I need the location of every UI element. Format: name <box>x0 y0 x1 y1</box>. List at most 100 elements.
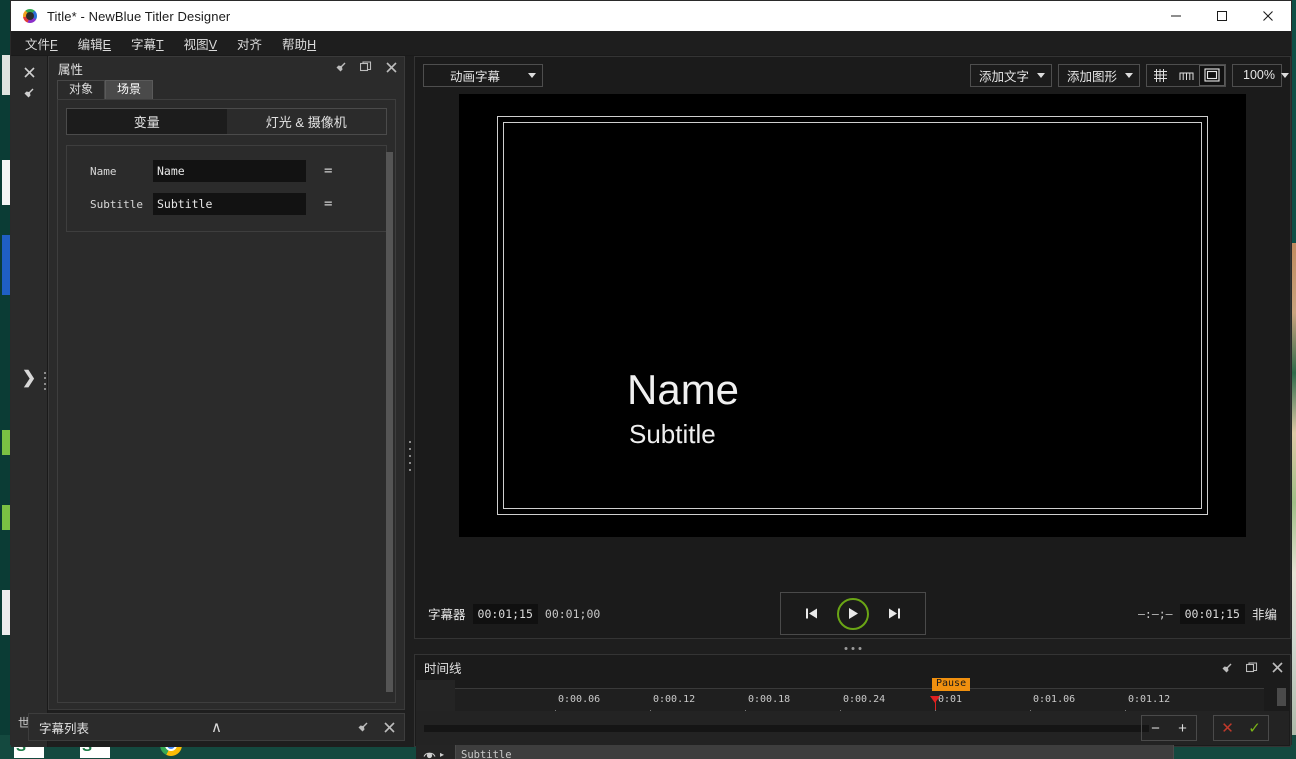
pin-icon[interactable] <box>356 720 370 734</box>
properties-header: 属性 <box>49 57 404 80</box>
grid-icon[interactable] <box>1147 65 1173 86</box>
skip-next-icon[interactable] <box>887 606 902 621</box>
variable-equals-icon[interactable]: = <box>324 163 332 179</box>
chevron-down-icon <box>1037 73 1045 78</box>
confirm-button[interactable]: ✓ <box>1241 716 1268 740</box>
expand-track-icon[interactable]: ▸ <box>440 750 444 759</box>
safe-area-icon[interactable] <box>1199 65 1225 86</box>
cancel-button[interactable]: ✕ <box>1214 716 1241 740</box>
timeline-panel: 时间线 <box>414 654 1291 747</box>
segment-variables[interactable]: 变量 <box>67 109 227 134</box>
preview-canvas[interactable]: Name Subtitle <box>459 94 1246 537</box>
right-time-field[interactable]: 00:01;15 <box>1180 604 1245 624</box>
pin-icon[interactable] <box>334 60 348 74</box>
subtitle-list-bar: 字幕列表 ∧ <box>28 713 405 741</box>
chevron-down-icon <box>1281 73 1289 78</box>
subtitle-list-collapse-icon[interactable]: ∧ <box>211 718 222 736</box>
maximize-button[interactable] <box>1199 1 1245 31</box>
menu-edit[interactable]: 编辑E <box>78 34 111 53</box>
variable-label: Subtitle <box>67 198 153 211</box>
zoom-in-button[interactable]: + <box>1169 716 1196 740</box>
workspace: ❯ 世 属性 <box>11 56 1291 747</box>
vertical-splitter[interactable] <box>407 441 413 471</box>
timeline-horizontal-scrollbar[interactable] <box>424 725 1149 732</box>
rail-close-icon[interactable] <box>20 63 38 81</box>
duration-field: 00:01;00 <box>545 607 600 621</box>
timeline-footer: − + ✕ ✓ <box>416 711 1289 745</box>
float-icon[interactable] <box>359 60 373 74</box>
title-bar: Title* - NewBlue Titler Designer <box>11 1 1291 31</box>
preview-title-text[interactable]: Name <box>627 369 739 411</box>
zoom-level-dropdown[interactable]: 100% <box>1232 64 1282 87</box>
titler-label: 字幕器 <box>428 604 466 623</box>
preview-horizontal-splitter[interactable] <box>844 647 861 650</box>
timeline-title: 时间线 <box>424 658 462 677</box>
timeline-confirm-group: ✕ ✓ <box>1213 715 1269 741</box>
ruler-label: 0:00.12 <box>653 694 695 705</box>
preview-toolbar-right: 添加文字 添加图形 <box>970 64 1282 87</box>
skip-previous-icon[interactable] <box>804 606 819 621</box>
close-button[interactable] <box>1245 1 1291 31</box>
animation-title-dropdown[interactable]: 动画字幕 <box>423 64 543 87</box>
minimize-button[interactable] <box>1153 1 1199 31</box>
rail-pin-icon[interactable] <box>20 84 38 102</box>
eye-icon[interactable] <box>423 750 436 759</box>
variable-value-input[interactable] <box>153 193 306 215</box>
preview-stage-wrapper: Name Subtitle <box>415 93 1290 589</box>
variable-row: Name = <box>67 158 386 184</box>
close-icon[interactable] <box>1270 661 1284 675</box>
variables-list: Name = Subtitle = <box>66 145 387 232</box>
timeline-clip[interactable]: Subtitle <box>455 744 1174 759</box>
rail-expand-icon[interactable]: ❯ <box>19 368 39 388</box>
chevron-down-icon <box>528 73 536 78</box>
ruler-label: 0:01.12 <box>1128 694 1170 705</box>
add-text-button[interactable]: 添加文字 <box>970 64 1052 87</box>
right-time-placeholder: —:—;— <box>1138 607 1173 621</box>
timeline-zoom-group: − + <box>1141 715 1197 741</box>
zoom-out-button[interactable]: − <box>1142 716 1169 740</box>
variable-row: Subtitle = <box>67 191 386 217</box>
tab-object[interactable]: 对象 <box>57 80 105 99</box>
zoom-level-label: 100% <box>1243 68 1275 82</box>
close-icon[interactable] <box>384 60 398 74</box>
ruler-label: 0:00.06 <box>558 694 600 705</box>
tab-scene[interactable]: 场景 <box>105 80 153 99</box>
menu-title[interactable]: 字幕T <box>131 34 164 53</box>
menu-view[interactable]: 视图V <box>184 34 217 53</box>
menu-bar: 文件F 编辑E 字幕T 视图V 对齐 帮助H <box>11 31 1291 56</box>
properties-content: 变量 灯光 & 摄像机 Name = Subtitle = <box>57 99 396 703</box>
float-icon[interactable] <box>1245 661 1259 675</box>
add-shape-button[interactable]: 添加图形 <box>1058 64 1140 87</box>
desktop: Title* - NewBlue Titler Designer 文件F 编辑E… <box>0 0 1296 759</box>
playhead[interactable] <box>935 696 936 710</box>
variable-value-input[interactable] <box>153 160 306 182</box>
overlay-toggle-group <box>1146 64 1226 87</box>
variable-equals-icon[interactable]: = <box>324 196 332 212</box>
timeline-body: Pause 0:00.060:00.120:00.180:00.240:010:… <box>415 680 1290 746</box>
preview-panel: 动画字幕 添加文字 添加图形 <box>414 56 1291 639</box>
properties-tabs: 对象 场景 <box>49 80 404 99</box>
pin-icon[interactable] <box>1220 661 1234 675</box>
subtitle-list-title: 字幕列表 <box>39 718 89 737</box>
menu-help[interactable]: 帮助H <box>282 34 316 53</box>
pause-marker-label[interactable]: Pause <box>932 678 970 691</box>
add-shape-label: 添加图形 <box>1067 66 1117 85</box>
menu-align[interactable]: 对齐 <box>237 34 262 53</box>
properties-header-icons <box>334 60 398 74</box>
segment-lights-camera[interactable]: 灯光 & 摄像机 <box>227 109 387 134</box>
menu-file[interactable]: 文件F <box>25 34 58 53</box>
current-time-field[interactable]: 00:01;15 <box>473 604 538 624</box>
timeline-vertical-scrollbar[interactable] <box>1277 688 1286 706</box>
ruler-label: 0:00.18 <box>748 694 790 705</box>
preview-subtitle-text[interactable]: Subtitle <box>629 421 716 447</box>
properties-scrollbar[interactable] <box>386 152 393 692</box>
play-icon[interactable] <box>837 598 869 630</box>
safe-margins-icon[interactable] <box>1173 65 1199 86</box>
safe-area-inner-guide <box>503 122 1202 509</box>
transport-controls <box>780 592 926 635</box>
animation-title-label: 动画字幕 <box>434 66 516 85</box>
timeline-header: 时间线 <box>415 655 1290 680</box>
timeline-header-icons <box>1220 661 1284 675</box>
close-icon[interactable] <box>382 720 396 734</box>
left-dock-rail: ❯ 世 <box>11 56 48 747</box>
